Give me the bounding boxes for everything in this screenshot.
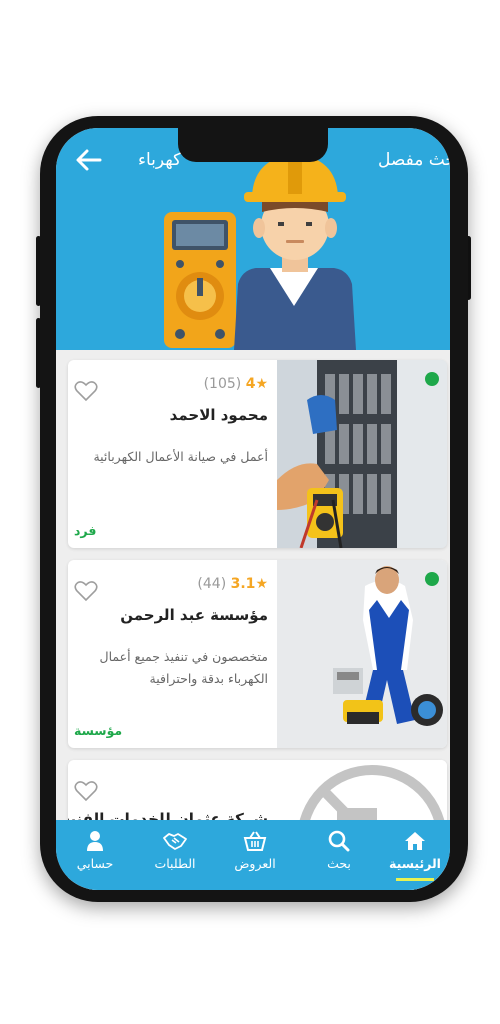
provider-type-badge: مؤسسة (74, 723, 123, 738)
tab-search-label: بحث (327, 856, 351, 871)
provider-name: مؤسسة عبد الرحمن (120, 606, 268, 624)
star-icon: ★ (255, 576, 268, 592)
online-status-dot (425, 372, 439, 386)
home-icon (405, 832, 425, 850)
online-status-dot (425, 572, 439, 586)
back-arrow-icon[interactable] (74, 148, 102, 172)
provider-type-badge: فرد (74, 523, 97, 538)
phone-notch (178, 120, 328, 162)
rating: ★3.1 (44) (197, 576, 268, 592)
provider-name: محمود الاحمد (169, 406, 268, 424)
favorite-heart-icon[interactable] (74, 780, 98, 802)
provider-description: أعمل في صيانة الأعمال الكهربائية (93, 449, 268, 464)
tab-home-label: الرئيسية (389, 856, 441, 871)
star-icon: ★ (255, 376, 268, 392)
tab-account-label: حسابي (76, 856, 114, 871)
provider-photo (277, 560, 447, 748)
advanced-search-link[interactable]: بحث مفصل (378, 150, 450, 170)
tab-offers[interactable]: العروض (220, 830, 290, 871)
tab-home[interactable]: الرئيسية (380, 830, 450, 871)
search-icon (328, 830, 350, 852)
bottom-tab-bar: الرئيسية بحث العروض الطلبات حسابي (56, 820, 450, 890)
rating: ★4 (105) (204, 376, 268, 392)
rating-value: 4 (245, 376, 256, 392)
favorite-heart-icon[interactable] (74, 580, 98, 602)
provider-card[interactable]: ★4 (105) محمود الاحمد أعمل في صيانة الأع… (68, 360, 447, 548)
handshake-icon (163, 833, 187, 850)
page-title: كهرباء (138, 150, 182, 170)
review-count: (44) (197, 576, 227, 592)
tab-orders-label: الطلبات (154, 856, 196, 871)
tab-account[interactable]: حسابي (60, 830, 130, 871)
provider-description: متخصصون في تنفيذ جميع أعمال الكهرباء بدق… (99, 649, 268, 686)
user-icon (87, 831, 103, 851)
tab-offers-label: العروض (234, 856, 276, 871)
review-count: (105) (203, 376, 242, 392)
tab-search[interactable]: بحث (304, 830, 374, 871)
provider-photo (277, 360, 447, 548)
app-screen: كهرباء بحث مفصل (56, 128, 450, 890)
rating-value: 3.1 (230, 576, 256, 592)
active-tab-indicator (396, 878, 434, 881)
basket-icon (243, 831, 267, 851)
favorite-heart-icon[interactable] (74, 380, 98, 402)
tab-orders[interactable]: الطلبات (140, 830, 210, 871)
provider-card[interactable]: ★3.1 (44) مؤسسة عبد الرحمن متخصصون في تن… (68, 560, 447, 748)
